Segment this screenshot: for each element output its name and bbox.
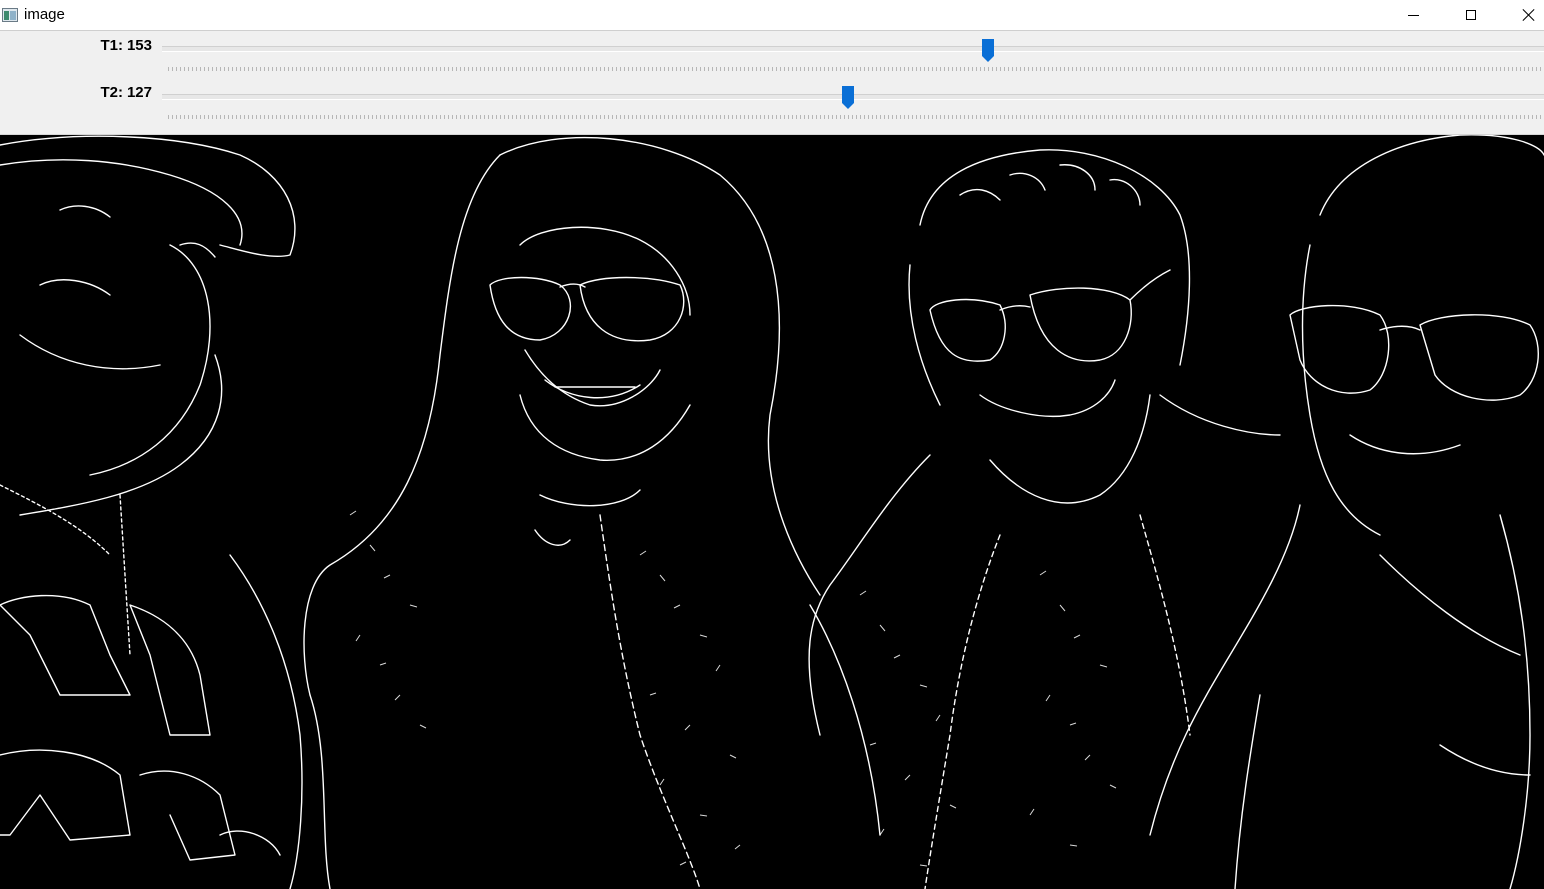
image-window-icon xyxy=(2,8,18,22)
trackbar-t1-ticks xyxy=(168,67,1544,71)
maximize-button[interactable] xyxy=(1442,0,1500,30)
trackbar-t2-label: T2: 127 xyxy=(100,84,152,101)
trackbar-t1-thumb[interactable] xyxy=(982,39,995,62)
maximize-icon xyxy=(1466,10,1476,20)
trackbar-t1-label: T1: 153 xyxy=(100,37,152,54)
trackbar-t1-track[interactable] xyxy=(162,46,1544,52)
trackbar-t1-value: 153 xyxy=(126,37,152,54)
trackbar-t2-ticks xyxy=(168,115,1544,119)
trackbar-t1-name: T1 xyxy=(100,37,118,54)
close-icon xyxy=(1522,8,1536,22)
trackbar-t2-name: T2 xyxy=(100,84,118,101)
minimize-icon xyxy=(1407,14,1419,16)
trackbar-t2-value: 127 xyxy=(126,84,152,101)
close-button[interactable] xyxy=(1500,0,1544,30)
edge-image xyxy=(0,135,1544,889)
trackbar-t2-thumb[interactable] xyxy=(841,86,854,109)
edge-drawing xyxy=(0,135,1544,889)
window-title: image xyxy=(24,6,65,23)
title-bar[interactable]: image xyxy=(0,0,1544,31)
minimize-button[interactable] xyxy=(1384,0,1442,30)
trackbar-panel: T1: 153 T2: 127 xyxy=(0,31,1544,135)
